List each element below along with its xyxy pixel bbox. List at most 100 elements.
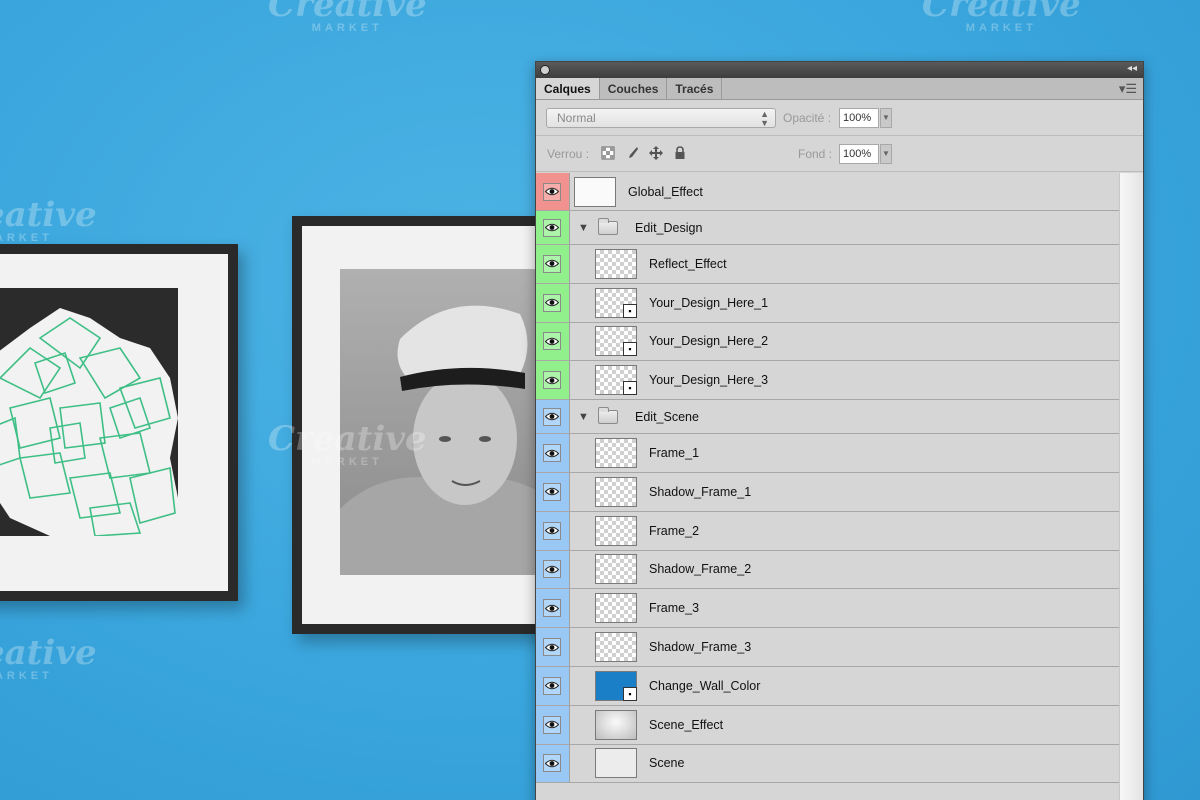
layer-thumbnail: ▪: [595, 326, 637, 357]
watermark-sub: MARKET: [0, 232, 53, 244]
layer-thumbnail: ▪: [595, 365, 637, 396]
visibility-eye-icon[interactable]: [543, 407, 561, 426]
layer-row[interactable]: Shadow_Frame_1: [536, 472, 1119, 512]
layer-row[interactable]: ▪ Change_Wall_Color: [536, 666, 1119, 706]
watermark: CreativeMARKET: [922, 0, 1081, 34]
portrait-photo: [340, 269, 550, 575]
layer-name[interactable]: Your_Design_Here_1: [649, 295, 768, 311]
folder-icon: [598, 406, 618, 424]
layer-color-label: [536, 283, 570, 322]
layer-row[interactable]: Scene_Effect: [536, 705, 1119, 745]
layers-list: Global_Effect ▼ Edit_Design Reflect_Effect ▪…: [536, 173, 1119, 784]
smart-object-icon: ▪: [623, 381, 637, 396]
lock-position-icon[interactable]: [649, 146, 663, 160]
layer-row[interactable]: Frame_2: [536, 511, 1119, 551]
visibility-eye-icon[interactable]: [543, 638, 561, 657]
visibility-eye-icon[interactable]: [543, 218, 561, 237]
lock-transparent-pixels-icon[interactable]: [601, 146, 615, 160]
layer-row[interactable]: Shadow_Frame_2: [536, 550, 1119, 590]
visibility-eye-icon[interactable]: [543, 599, 561, 618]
smart-object-icon: ▪: [623, 342, 637, 357]
tab-couches[interactable]: Couches: [600, 78, 668, 99]
opacity-dropdown-icon[interactable]: ▼: [880, 108, 892, 128]
layer-row[interactable]: ▪ Your_Design_Here_1: [536, 283, 1119, 323]
layer-thumbnail: [574, 176, 616, 207]
layer-color-label: [536, 628, 570, 666]
geometric-artwork: [0, 288, 178, 536]
visibility-eye-icon[interactable]: [543, 332, 561, 351]
layer-group-row[interactable]: ▼ Edit_Scene: [536, 400, 1119, 435]
layer-row[interactable]: ▪ Your_Design_Here_3: [536, 361, 1119, 401]
visibility-eye-icon[interactable]: [543, 371, 561, 390]
visibility-eye-icon[interactable]: [543, 182, 561, 201]
visibility-eye-icon[interactable]: [543, 754, 561, 773]
visibility-eye-icon[interactable]: [543, 444, 561, 463]
layer-color-label: [536, 666, 570, 705]
opacity-label: Opacité :: [783, 111, 832, 125]
layer-name[interactable]: Edit_Design: [635, 220, 702, 236]
picture-frame-middle: [292, 216, 552, 634]
tab-traces[interactable]: Tracés: [667, 78, 723, 99]
expand-triangle-icon[interactable]: ▼: [578, 411, 589, 423]
visibility-eye-icon[interactable]: [543, 293, 561, 312]
fill-dropdown-icon[interactable]: ▼: [880, 144, 892, 164]
layer-name[interactable]: Shadow_Frame_2: [649, 561, 751, 577]
lock-image-pixels-icon[interactable]: [625, 146, 639, 160]
layer-name[interactable]: Frame_3: [649, 600, 699, 616]
layer-thumbnail: [595, 476, 637, 507]
watermark-sub: MARKET: [0, 670, 53, 682]
visibility-eye-icon[interactable]: [543, 482, 561, 501]
watermark-sub: MARKET: [311, 22, 383, 34]
layer-row[interactable]: Frame_1: [536, 434, 1119, 473]
layer-name[interactable]: Change_Wall_Color: [649, 678, 760, 694]
layer-name[interactable]: Your_Design_Here_3: [649, 372, 768, 388]
panel-menu-icon[interactable]: ▾☰: [1119, 81, 1137, 97]
layer-color-label: [536, 705, 570, 744]
layer-name[interactable]: Edit_Scene: [635, 409, 699, 425]
fill-input[interactable]: 100%: [839, 144, 879, 164]
layer-color-label: [536, 434, 570, 472]
layer-thumbnail: [595, 709, 637, 740]
layer-row[interactable]: Global_Effect: [536, 173, 1119, 211]
visibility-eye-icon[interactable]: [543, 676, 561, 695]
picture-frame-left: [0, 244, 238, 601]
layer-name[interactable]: Frame_1: [649, 445, 699, 461]
watermark: CreativeMARKET: [268, 0, 427, 34]
layer-thumbnail: [595, 748, 637, 779]
layer-color-label: [536, 211, 570, 244]
tab-calques[interactable]: Calques: [536, 78, 600, 99]
visibility-eye-icon[interactable]: [543, 254, 561, 273]
layer-name[interactable]: Shadow_Frame_3: [649, 639, 751, 655]
visibility-eye-icon[interactable]: [543, 560, 561, 579]
layer-row[interactable]: Frame_3: [536, 589, 1119, 629]
layer-name[interactable]: Global_Effect: [628, 184, 703, 200]
layers-panel: ◂◂ Calques Couches Tracés ▾☰ Normal ▲ ▼ O…: [535, 61, 1144, 800]
layer-name[interactable]: Frame_2: [649, 523, 699, 539]
visibility-eye-icon[interactable]: [543, 715, 561, 734]
layer-row[interactable]: Shadow_Frame_3: [536, 628, 1119, 667]
layer-name[interactable]: Shadow_Frame_1: [649, 484, 751, 500]
layer-row[interactable]: Reflect_Effect: [536, 245, 1119, 284]
layer-color-label: [536, 245, 570, 283]
layers-scrollbar[interactable]: [1119, 173, 1143, 800]
visibility-eye-icon[interactable]: [543, 521, 561, 540]
layer-color-label: [536, 511, 570, 550]
layer-color-label: [536, 322, 570, 361]
layer-row[interactable]: Scene: [536, 744, 1119, 784]
blend-mode-select[interactable]: Normal ▲ ▼: [546, 108, 776, 128]
layer-color-label: [536, 173, 570, 210]
layer-thumbnail: [595, 593, 637, 624]
layer-row[interactable]: ▪ Your_Design_Here_2: [536, 322, 1119, 362]
layer-color-label: [536, 550, 570, 589]
layer-name[interactable]: Scene: [649, 755, 684, 771]
opacity-input[interactable]: 100%: [839, 108, 879, 128]
lock-all-icon[interactable]: [673, 146, 687, 160]
layer-name[interactable]: Scene_Effect: [649, 717, 723, 733]
layer-name[interactable]: Reflect_Effect: [649, 256, 727, 272]
layer-group-row[interactable]: ▼ Edit_Design: [536, 211, 1119, 245]
expand-triangle-icon[interactable]: ▼: [578, 222, 589, 234]
watermark-brand: Creative: [0, 633, 97, 673]
close-icon[interactable]: [540, 65, 550, 75]
layer-name[interactable]: Your_Design_Here_2: [649, 333, 768, 349]
collapse-panel-icon[interactable]: ◂◂: [1127, 63, 1137, 74]
